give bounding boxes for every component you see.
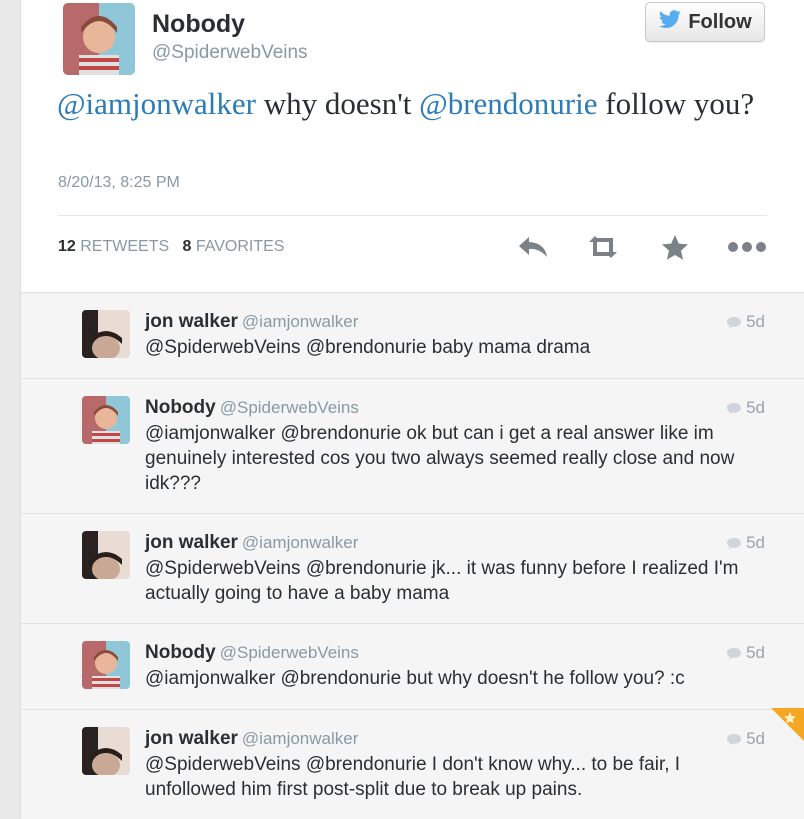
reply-time[interactable]: 5d xyxy=(726,398,765,418)
reply-item[interactable]: jon walker @iamjonwalker 5d @SpiderwebVei… xyxy=(21,514,804,624)
reply-avatar[interactable] xyxy=(82,641,130,689)
tweet-timestamp[interactable]: 8/20/13, 8:25 PM xyxy=(58,174,180,192)
more-icon xyxy=(728,242,766,252)
retweets-count[interactable]: 12 xyxy=(58,238,76,255)
reply-item[interactable]: jon walker @iamjonwalker 5d @SpiderwebVei… xyxy=(21,293,804,379)
replies-list: jon walker @iamjonwalker 5d @SpiderwebVei… xyxy=(21,292,804,819)
reply-time-label: 5d xyxy=(746,643,765,662)
reply-time[interactable]: 5d xyxy=(726,533,765,553)
favorites-count[interactable]: 8 xyxy=(182,238,191,255)
reply-time-label: 5d xyxy=(746,533,765,552)
reply-author-name[interactable]: Nobody xyxy=(145,397,216,418)
tweet-stats: 12 RETWEETS 8 FAVORITES xyxy=(58,238,284,256)
twitter-bird-icon xyxy=(658,9,682,35)
reply-icon xyxy=(519,237,547,257)
reply-author-name[interactable]: jon walker xyxy=(145,532,238,553)
reply-avatar[interactable] xyxy=(82,727,130,775)
reply-author-handle[interactable]: @SpiderwebVeins xyxy=(220,643,359,662)
favorite-button[interactable] xyxy=(657,232,693,262)
reply-time[interactable]: 5d xyxy=(726,643,765,663)
reply-item[interactable]: Nobody @SpiderwebVeins 5d @iamjonwalker @… xyxy=(21,624,804,710)
more-button[interactable] xyxy=(727,232,767,262)
tweet-text: @iamjonwalker why doesn't @brendonurie f… xyxy=(57,84,757,124)
reply-avatar[interactable] xyxy=(82,396,130,444)
reply-text: @iamjonwalker @brendonurie ok but can i … xyxy=(145,423,735,494)
star-icon xyxy=(662,234,688,260)
reply-text: @SpiderwebVeins @brendonurie jk... it wa… xyxy=(145,558,739,604)
retweets-label[interactable]: RETWEETS xyxy=(80,238,169,255)
favorites-label[interactable]: FAVORITES xyxy=(196,238,285,255)
tweet-card: Nobody @SpiderwebVeins Follow @iamjonwal… xyxy=(20,0,804,819)
reply-time-label: 5d xyxy=(746,729,765,748)
mention-link[interactable]: @iamjonwalker xyxy=(57,86,256,121)
divider xyxy=(58,215,767,216)
reply-author-name[interactable]: Nobody xyxy=(145,642,216,663)
reply-author[interactable]: Nobody @SpiderwebVeins xyxy=(145,642,359,664)
speech-bubble-icon xyxy=(727,537,742,549)
retweet-button[interactable] xyxy=(585,232,621,262)
favorited-ribbon-icon xyxy=(771,708,804,741)
reply-button[interactable] xyxy=(515,232,551,262)
tweet-text-part: follow you? xyxy=(597,86,755,121)
tweet-text-part: why doesn't xyxy=(256,86,420,121)
reply-item[interactable]: jon walker @iamjonwalker 5d @SpiderwebVei… xyxy=(21,710,804,819)
reply-text: @SpiderwebVeins @brendonurie baby mama d… xyxy=(145,337,591,358)
reply-time[interactable]: 5d xyxy=(726,312,765,332)
reply-author-handle[interactable]: @iamjonwalker xyxy=(242,312,358,331)
author-name[interactable]: Nobody xyxy=(152,10,245,39)
author-avatar[interactable] xyxy=(63,3,135,75)
speech-bubble-icon xyxy=(727,733,742,745)
retweet-icon xyxy=(589,236,617,258)
follow-label: Follow xyxy=(688,10,752,33)
reply-item[interactable]: Nobody @SpiderwebVeins 5d @iamjonwalker @… xyxy=(21,379,804,514)
speech-bubble-icon xyxy=(727,647,742,659)
reply-author-handle[interactable]: @iamjonwalker xyxy=(242,729,358,748)
reply-time-label: 5d xyxy=(746,312,765,331)
reply-author-name[interactable]: jon walker xyxy=(145,728,238,749)
reply-author-name[interactable]: jon walker xyxy=(145,311,238,332)
mention-link[interactable]: @brendonurie xyxy=(419,86,597,121)
reply-avatar[interactable] xyxy=(82,310,130,358)
reply-time[interactable]: 5d xyxy=(726,729,765,749)
follow-button[interactable]: Follow xyxy=(645,2,765,42)
reply-text: @SpiderwebVeins @brendonurie I don't kno… xyxy=(145,754,681,800)
reply-avatar[interactable] xyxy=(82,531,130,579)
reply-author-handle[interactable]: @SpiderwebVeins xyxy=(220,398,359,417)
reply-author[interactable]: Nobody @SpiderwebVeins xyxy=(145,397,359,419)
reply-text: @iamjonwalker @brendonurie but why doesn… xyxy=(145,668,685,689)
author-handle[interactable]: @SpiderwebVeins xyxy=(152,42,308,64)
speech-bubble-icon xyxy=(727,316,742,328)
reply-author[interactable]: jon walker @iamjonwalker xyxy=(145,728,358,750)
reply-author[interactable]: jon walker @iamjonwalker xyxy=(145,532,358,554)
reply-author-handle[interactable]: @iamjonwalker xyxy=(242,533,358,552)
reply-author[interactable]: jon walker @iamjonwalker xyxy=(145,311,358,333)
speech-bubble-icon xyxy=(727,402,742,414)
reply-time-label: 5d xyxy=(746,398,765,417)
